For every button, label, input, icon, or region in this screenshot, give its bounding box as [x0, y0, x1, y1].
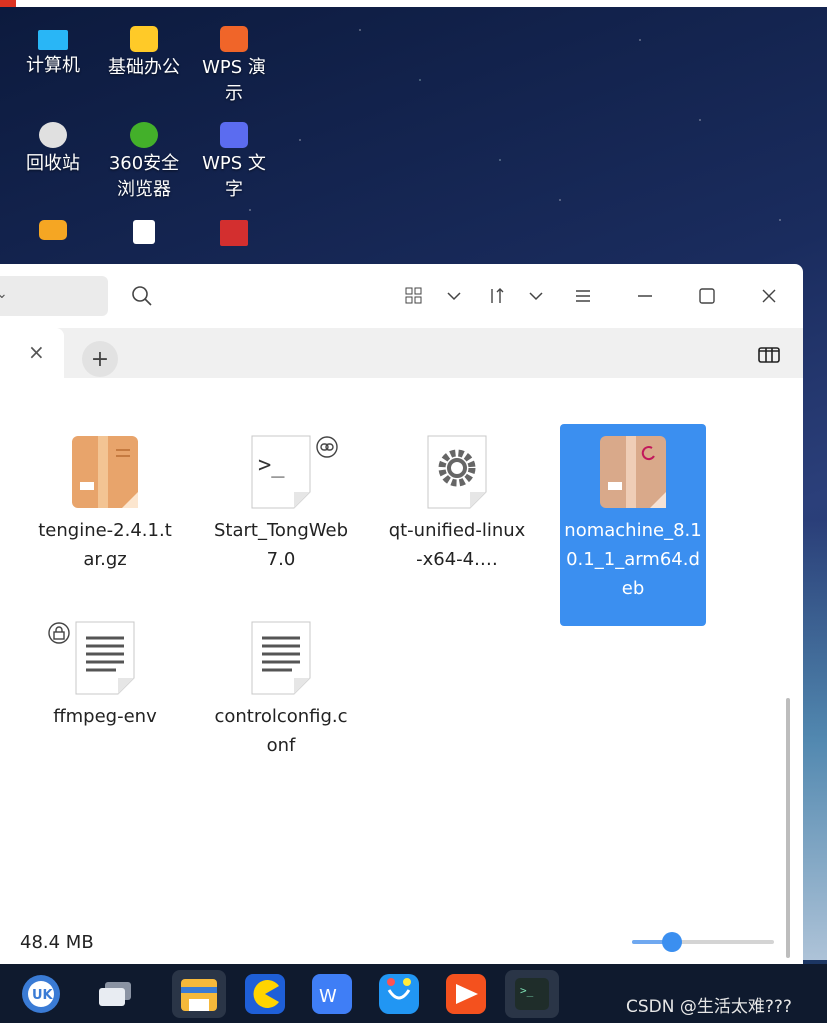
file-item-selected[interactable]: nomachine_8.10.1_1_arm64.deb — [560, 424, 706, 626]
office-folder-icon — [130, 26, 158, 52]
grid-view-button[interactable] — [400, 282, 428, 310]
desktop-icon-red-app[interactable] — [189, 220, 279, 249]
menu-button[interactable] — [569, 282, 597, 310]
file-name: Start_TongWeb7.0 — [214, 520, 348, 570]
tab-bar: × — [0, 328, 803, 378]
top-strip — [0, 0, 827, 7]
zoom-slider[interactable] — [632, 932, 774, 952]
close-icon — [762, 289, 776, 303]
file-manager-window: ⌄ × + tengine-2.4.1.tar.gz >_ Start_Tong… — [0, 264, 803, 964]
desktop-icon-label: 计算机 — [26, 55, 80, 76]
link-icon — [316, 436, 338, 467]
wps-writer-icon — [220, 122, 248, 148]
svg-text:UK: UK — [32, 988, 54, 1003]
file-item[interactable]: controlconfig.conf — [208, 620, 354, 760]
maximize-icon — [699, 288, 715, 304]
desktop-icon-home[interactable] — [8, 220, 98, 243]
pacman-app-button[interactable] — [238, 970, 292, 1018]
watermark: CSDN @生活太难??? — [626, 997, 792, 1017]
wps-presentation-icon — [220, 26, 248, 52]
desktop-icon-label: 基础办公 — [108, 57, 180, 78]
column-view-button[interactable] — [758, 347, 780, 367]
add-tab-button[interactable]: + — [82, 341, 118, 377]
chevron-down-icon[interactable]: ⌄ — [0, 286, 8, 302]
file-item[interactable]: ffmpeg-env — [32, 620, 178, 731]
minimize-icon — [638, 295, 652, 297]
pacman-app-icon — [245, 974, 285, 1014]
file-name: tengine-2.4.1.tar.gz — [38, 520, 172, 570]
desktop-icon-computer[interactable]: 计算机 — [8, 26, 98, 79]
toolbar: ⌄ — [0, 264, 803, 328]
file-name: controlconfig.conf — [214, 706, 348, 756]
multitask-view-button[interactable] — [88, 970, 142, 1018]
minimize-button[interactable] — [631, 282, 659, 310]
text-document-icon — [72, 620, 138, 696]
terminal-icon: >_ — [515, 978, 549, 1010]
archive-icon — [72, 434, 138, 510]
lock-icon — [48, 622, 70, 653]
start-menu-icon: UK — [22, 975, 60, 1013]
sort-button[interactable] — [482, 282, 510, 310]
desktop-icon-label: 360安全浏览器 — [108, 153, 180, 200]
sort-dropdown-button[interactable] — [522, 282, 550, 310]
chevron-down-icon — [529, 292, 543, 301]
svg-text:>_: >_ — [258, 453, 285, 478]
scrollbar[interactable] — [786, 698, 790, 958]
computer-icon — [38, 30, 68, 50]
status-size: 48.4 MB — [20, 932, 94, 953]
trash-icon — [39, 122, 67, 148]
wps-taskbar-button[interactable]: W — [305, 970, 359, 1018]
desktop-icon-label: 回收站 — [26, 153, 80, 174]
desktop-icon-360-browser[interactable]: 360安全浏览器 — [99, 122, 189, 203]
sort-icon — [491, 288, 504, 303]
search-icon — [132, 286, 152, 306]
desktop-icon-wps-writer[interactable]: WPS 文字 — [189, 122, 279, 203]
wps-icon: W — [312, 974, 352, 1014]
start-menu-button[interactable]: UK — [14, 970, 68, 1018]
multitask-view-icon — [99, 982, 131, 1006]
file-name: ffmpeg-env — [53, 706, 157, 727]
video-player-icon — [446, 974, 486, 1014]
video-player-button[interactable] — [439, 970, 493, 1018]
zoom-slider-handle[interactable] — [662, 932, 682, 952]
home-folder-icon — [39, 220, 67, 240]
close-tab-icon[interactable]: × — [28, 340, 45, 364]
file-name: nomachine_8.10.1_1_arm64.deb — [564, 520, 702, 599]
terminal-taskbar-button[interactable]: >_ — [505, 970, 559, 1018]
text-document-icon — [248, 620, 314, 696]
svg-text:>_: >_ — [520, 984, 534, 997]
desktop-icon-wps-presentation[interactable]: WPS 演示 — [189, 26, 279, 107]
file-name: qt-unified-linux-x64-4.… — [388, 520, 526, 570]
file-manager-taskbar-button[interactable] — [172, 970, 226, 1018]
maximize-button[interactable] — [693, 282, 721, 310]
file-manager-icon — [181, 979, 217, 1011]
desktop-icon-text-file[interactable] — [99, 220, 189, 247]
browser-360-icon — [130, 122, 158, 148]
desktop-icon-trash[interactable]: 回收站 — [8, 122, 98, 177]
menu-icon — [576, 290, 590, 302]
chevron-down-icon — [447, 292, 461, 301]
close-button[interactable] — [755, 282, 783, 310]
view-dropdown-button[interactable] — [440, 282, 468, 310]
deb-package-icon — [600, 434, 666, 510]
desktop-icon-label: WPS 演示 — [202, 57, 266, 104]
red-app-icon — [220, 220, 248, 246]
file-item[interactable]: qt-unified-linux-x64-4.… — [384, 434, 530, 574]
app-badge-icon — [0, 0, 16, 7]
search-button[interactable] — [128, 282, 156, 310]
tab-current[interactable]: × — [0, 328, 64, 378]
desktop-icon-office[interactable]: 基础办公 — [99, 26, 189, 81]
grid-view-icon — [405, 287, 422, 304]
app-store-button[interactable] — [372, 970, 426, 1018]
file-item[interactable]: >_ Start_TongWeb7.0 — [208, 434, 354, 574]
terminal-script-icon: >_ — [248, 434, 314, 510]
app-store-icon — [379, 974, 419, 1014]
desktop-icon-label: WPS 文字 — [202, 153, 266, 200]
file-item[interactable]: tengine-2.4.1.tar.gz — [32, 434, 178, 574]
path-box[interactable]: ⌄ — [0, 276, 108, 316]
svg-text:W: W — [319, 986, 337, 1007]
column-view-icon — [758, 347, 780, 363]
text-file-icon — [133, 220, 155, 244]
executable-gear-icon — [424, 434, 490, 510]
